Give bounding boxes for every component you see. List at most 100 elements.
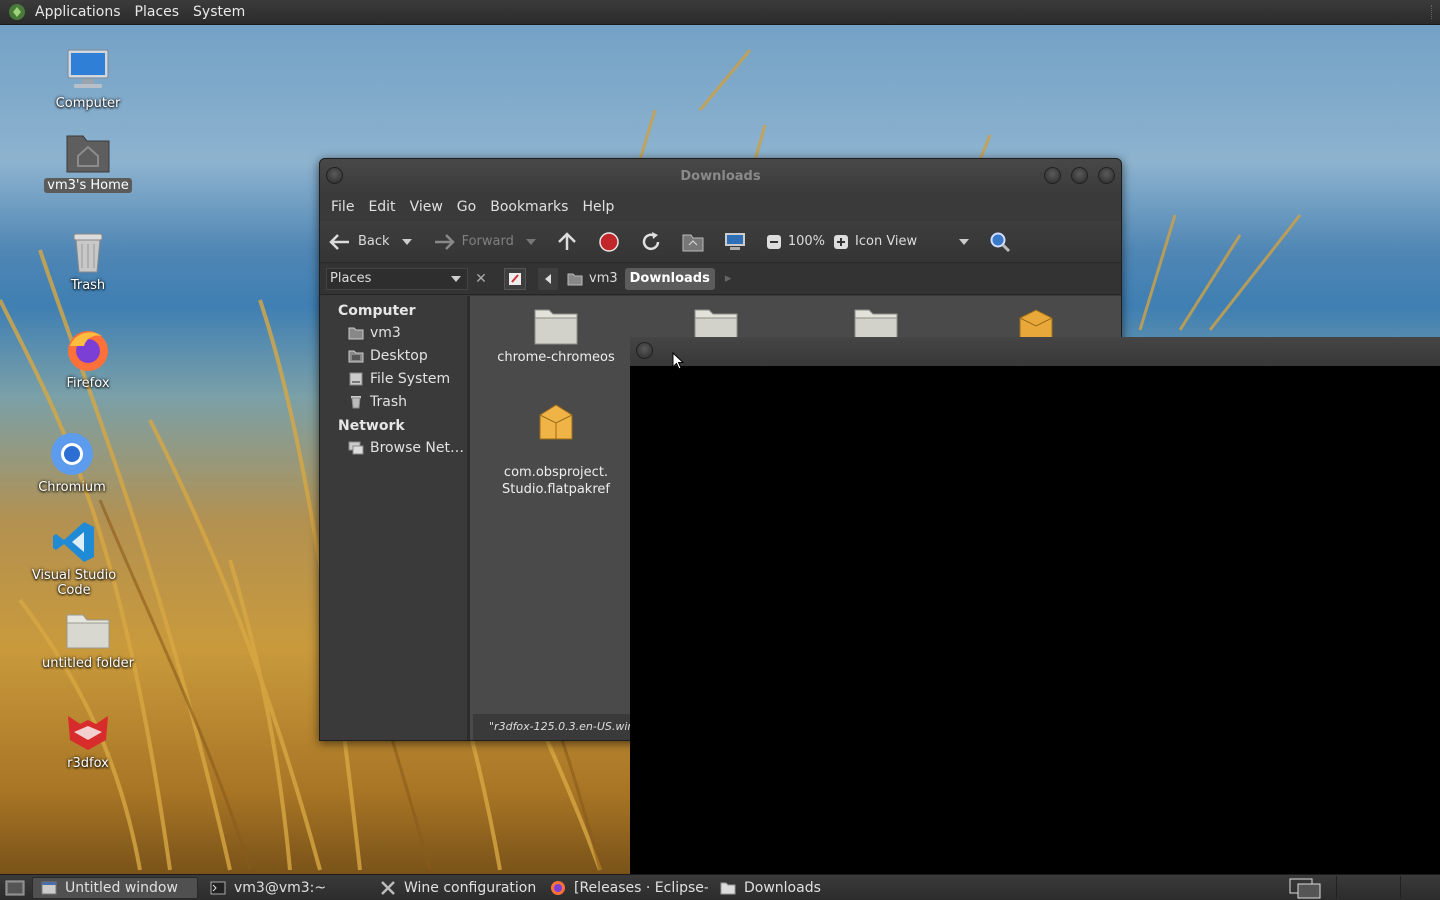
minimize-button[interactable] xyxy=(1044,167,1061,184)
window-menu-button[interactable] xyxy=(636,342,653,359)
desktop-icon-firefox[interactable]: Firefox xyxy=(38,326,138,391)
desktop-icon-computer[interactable]: Computer xyxy=(38,46,138,111)
chevron-down-icon[interactable] xyxy=(525,238,536,246)
sidebar-section-network: Network xyxy=(338,418,405,434)
window-title: Downloads xyxy=(680,168,761,184)
task-firefox-releases[interactable]: [Releases · Eclipse-… xyxy=(542,877,708,899)
desktop-icon-untitled-folder[interactable]: untitled folder xyxy=(38,606,138,671)
menu-bookmarks[interactable]: Bookmarks xyxy=(483,199,575,215)
sidebar-section-computer: Computer xyxy=(338,303,416,319)
chevron-down-icon[interactable] xyxy=(959,238,970,246)
reload-button[interactable] xyxy=(640,231,668,253)
workspace-switcher-icon[interactable] xyxy=(1286,876,1330,899)
breadcrumb-vm3[interactable]: vm3 xyxy=(562,268,623,290)
folder-icon xyxy=(720,882,736,894)
close-button[interactable] xyxy=(1098,167,1115,184)
desktop-icon-trash[interactable]: Trash xyxy=(38,228,138,293)
show-desktop-icon[interactable] xyxy=(4,877,26,899)
home-folder-icon xyxy=(567,273,583,285)
breadcrumb-left-arrow[interactable] xyxy=(538,267,558,290)
top-panel: Applications Places System xyxy=(0,0,1440,25)
sidebar-pane-select[interactable]: Places xyxy=(326,267,468,290)
stop-icon xyxy=(599,231,619,252)
stop-button[interactable] xyxy=(598,231,626,253)
tools-icon xyxy=(381,880,395,895)
forward-arrow-icon xyxy=(434,233,455,250)
menu-help[interactable]: Help xyxy=(575,199,621,215)
terminal-icon xyxy=(210,881,226,894)
desktop-icon-vscode[interactable]: Visual Studio Code xyxy=(24,518,124,598)
home-folder-icon xyxy=(348,327,364,340)
workspace-3[interactable] xyxy=(1400,876,1440,899)
menu-file[interactable]: File xyxy=(324,199,361,215)
vscode-icon xyxy=(53,522,94,562)
sidebar-item-filesystem[interactable]: File System xyxy=(320,368,467,391)
home-button[interactable] xyxy=(682,232,710,252)
search-button[interactable] xyxy=(989,231,1017,253)
maximize-button[interactable] xyxy=(1071,167,1088,184)
menu-edit[interactable]: Edit xyxy=(361,199,402,215)
task-downloads[interactable]: Downloads xyxy=(712,877,878,899)
zoom-out-button[interactable]: 100% xyxy=(766,234,825,250)
sidebar-item-desktop[interactable]: Desktop xyxy=(320,345,467,368)
desktop-folder-icon xyxy=(348,350,364,363)
system-menu[interactable]: System xyxy=(186,0,252,25)
folder-icon xyxy=(66,614,110,649)
toolbar: Back Forward 100% Icon View xyxy=(320,221,1121,263)
trash-icon xyxy=(73,233,103,273)
back-button[interactable]: Back xyxy=(328,233,418,251)
chevron-left-icon xyxy=(545,273,551,284)
back-arrow-icon xyxy=(329,233,349,250)
distro-logo-icon[interactable] xyxy=(8,3,26,21)
forward-button[interactable]: Forward xyxy=(432,233,542,251)
up-button[interactable] xyxy=(556,231,584,252)
places-menu[interactable]: Places xyxy=(128,0,187,25)
chevron-right-icon[interactable]: ▸ xyxy=(725,271,732,286)
folder-icon xyxy=(534,309,578,345)
bottom-taskbar: Untitled window vm3@vm3:~ Wine configura… xyxy=(0,874,1440,900)
chromium-icon xyxy=(51,433,93,475)
file-item-flatpakref[interactable]: com.obsproject. Studio.flatpakref xyxy=(481,384,631,498)
places-sidebar: Computer vm3 Desktop File System Trash N… xyxy=(320,296,470,740)
edit-location-button[interactable] xyxy=(504,267,526,290)
view-mode-select[interactable]: Icon View xyxy=(855,234,917,249)
home-folder-icon xyxy=(66,135,110,173)
firefox-icon xyxy=(68,331,108,371)
home-folder-icon xyxy=(682,234,704,251)
desktop-icon-r3dfox[interactable]: r3dfox xyxy=(38,706,138,771)
untitled-window[interactable] xyxy=(630,337,1440,874)
package-icon xyxy=(539,404,573,440)
window-icon xyxy=(41,881,57,894)
sidebar-item-vm3[interactable]: vm3 xyxy=(320,322,467,345)
mouse-cursor-icon xyxy=(672,352,684,370)
task-wine-configuration[interactable]: Wine configuration xyxy=(372,877,538,899)
sidebar-item-browse-network[interactable]: Browse Net… xyxy=(320,437,467,460)
computer-button[interactable] xyxy=(724,232,752,252)
firefox-icon xyxy=(551,880,565,895)
menu-view[interactable]: View xyxy=(403,199,450,215)
pencil-icon xyxy=(509,272,521,285)
computer-icon xyxy=(724,232,745,250)
chevron-down-icon[interactable] xyxy=(401,238,412,246)
sidebar-item-trash[interactable]: Trash xyxy=(320,391,467,414)
breadcrumb-downloads[interactable]: Downloads xyxy=(624,267,715,290)
close-sidebar-icon[interactable]: ✕ xyxy=(472,270,490,288)
workspace-2[interactable] xyxy=(1336,876,1396,899)
desktop-icon-chromium[interactable]: Chromium xyxy=(22,430,122,495)
window-titlebar[interactable] xyxy=(630,337,1440,366)
window-titlebar[interactable]: Downloads xyxy=(320,159,1121,193)
reload-icon xyxy=(642,231,660,250)
task-terminal[interactable]: vm3@vm3:~ xyxy=(202,877,368,899)
drive-icon xyxy=(349,372,363,386)
computer-icon xyxy=(67,49,109,88)
r3dfox-icon xyxy=(68,716,108,750)
file-item-folder[interactable]: chrome-chromeos xyxy=(481,306,631,365)
desktop-icon-home[interactable]: vm3's Home xyxy=(38,128,138,193)
network-icon xyxy=(348,441,364,455)
zoom-in-button[interactable]: Icon View xyxy=(833,234,975,250)
task-untitled-window[interactable]: Untitled window xyxy=(32,876,198,899)
menu-go[interactable]: Go xyxy=(450,199,483,215)
applications-menu[interactable]: Applications xyxy=(28,0,128,25)
menubar: File Edit View Go Bookmarks Help xyxy=(320,193,1121,221)
window-menu-button[interactable] xyxy=(326,167,343,184)
